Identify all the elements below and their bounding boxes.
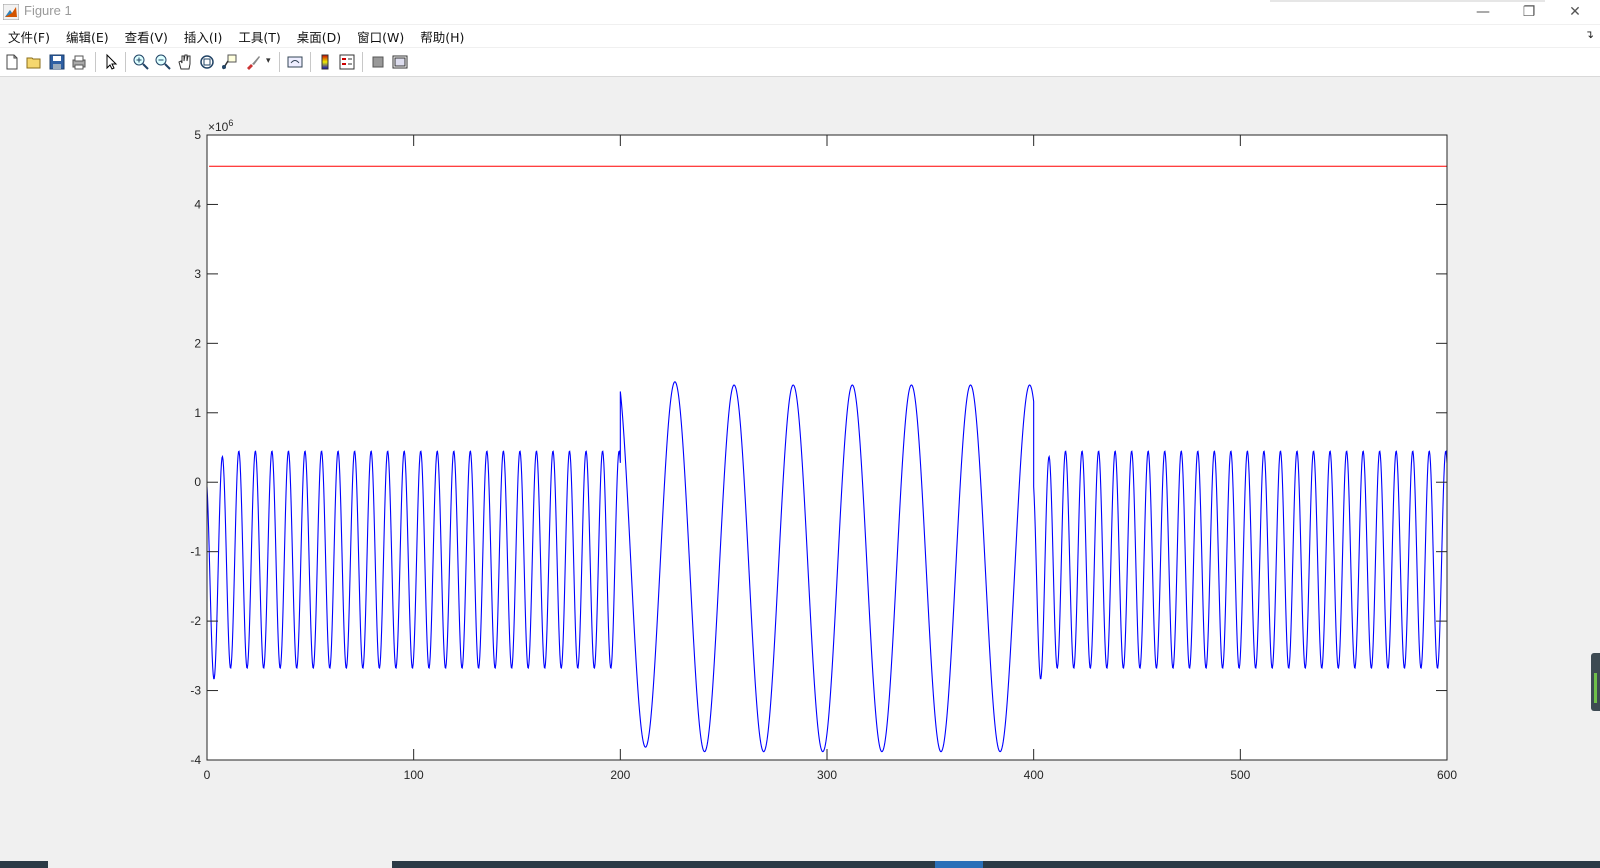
minimize-icon: —	[1476, 4, 1490, 20]
figure-toolbar: ▾	[0, 48, 1600, 77]
link-plot-icon[interactable]	[286, 53, 304, 71]
menu-edit[interactable]: 编辑(E)	[58, 27, 117, 46]
taskbar-item[interactable]	[935, 861, 983, 868]
menu-tools[interactable]: 工具(T)	[230, 27, 288, 46]
figure-canvas: 0 100 200 300 400 500 600 -4 -3 -2 -1 0 1 2 3 4 5 ×106	[0, 77, 1600, 861]
dock-arrow-icon[interactable]: ↴	[1585, 28, 1594, 41]
zoom-out-icon[interactable]	[154, 53, 172, 71]
hide-plot-tools-icon[interactable]	[369, 53, 387, 71]
pointer-icon[interactable]	[102, 53, 120, 71]
menu-bar: 文件(F) 编辑(E) 查看(V) 插入(I) 工具(T) 桌面(D) 窗口(W…	[0, 25, 1600, 47]
x-tick-label: 200	[610, 768, 630, 782]
new-figure-icon[interactable]	[3, 53, 21, 71]
brush-icon[interactable]	[244, 53, 262, 71]
window-title: Figure 1	[24, 3, 72, 18]
colorbar-icon[interactable]	[316, 53, 334, 71]
toolbar-separator	[279, 52, 280, 72]
side-widget[interactable]	[1591, 653, 1600, 711]
side-widget-indicator	[1594, 673, 1597, 703]
title-bar: Figure 1 — ❐ ✕	[0, 0, 1600, 24]
matlab-logo-icon	[3, 4, 19, 20]
y-tick-label: 1	[194, 406, 201, 420]
close-button[interactable]: ✕	[1552, 0, 1598, 24]
show-plot-tools-icon[interactable]	[391, 53, 409, 71]
y-tick-label: 3	[194, 267, 201, 281]
toolbar-separator	[95, 52, 96, 72]
y-tick-label: 2	[194, 336, 201, 350]
open-file-icon[interactable]	[25, 53, 43, 71]
menu-view[interactable]: 查看(V)	[117, 27, 176, 46]
x-tick-label: 0	[204, 768, 211, 782]
data-cursor-icon[interactable]	[220, 53, 238, 71]
x-tick-label: 300	[817, 768, 837, 782]
x-tick-label: 600	[1437, 768, 1457, 782]
zoom-in-icon[interactable]	[132, 53, 150, 71]
menu-file[interactable]: 文件(F)	[0, 27, 58, 46]
y-tick-label: 0	[194, 475, 201, 489]
y-tick-label: -3	[190, 684, 201, 698]
restore-icon: ❐	[1522, 4, 1536, 20]
y-tick-label: -2	[190, 614, 201, 628]
y-tick-label: 5	[194, 128, 201, 142]
toolbar-separator	[310, 52, 311, 72]
toolbar-separator	[362, 52, 363, 72]
toolbar-separator	[125, 52, 126, 72]
menu-insert[interactable]: 插入(I)	[176, 27, 230, 46]
save-icon[interactable]	[48, 53, 66, 71]
x-tick-label: 500	[1230, 768, 1250, 782]
y-tick-label: -4	[190, 753, 201, 767]
pan-icon[interactable]	[176, 53, 194, 71]
x-tick-label: 100	[404, 768, 424, 782]
menu-window[interactable]: 窗口(W)	[349, 27, 412, 46]
taskbar	[0, 861, 1600, 868]
taskbar-item[interactable]	[48, 861, 392, 868]
close-icon: ✕	[1569, 4, 1581, 20]
x-tick-label: 400	[1024, 768, 1044, 782]
minimize-button[interactable]: —	[1460, 0, 1506, 24]
line-chart[interactable]: 0 100 200 300 400 500 600 -4 -3 -2 -1 0 1 2 3 4 5 ×106	[0, 77, 1600, 861]
y-tick-label: 4	[194, 197, 201, 211]
brush-dropdown-icon[interactable]: ▾	[266, 56, 271, 66]
print-icon[interactable]	[70, 53, 88, 71]
restore-button[interactable]: ❐	[1506, 0, 1552, 24]
y-tick-label: -1	[190, 545, 201, 559]
axes-background	[207, 135, 1447, 760]
y-exponent-label: ×106	[208, 118, 233, 134]
menu-desktop[interactable]: 桌面(D)	[289, 27, 349, 46]
rotate-3d-icon[interactable]	[198, 53, 216, 71]
menu-help[interactable]: 帮助(H)	[412, 27, 472, 46]
legend-icon[interactable]	[338, 53, 356, 71]
